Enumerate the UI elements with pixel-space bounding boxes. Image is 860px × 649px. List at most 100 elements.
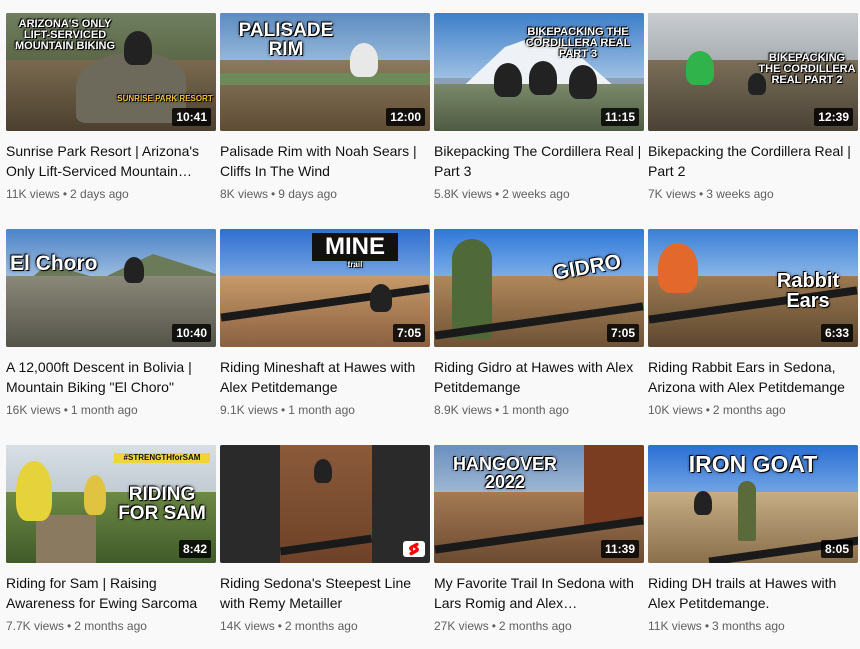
upload-age: 1 month ago [70,403,138,417]
upload-age: 1 month ago [502,403,569,417]
video-duration: 8:05 [820,540,853,558]
video-duration: 11:39 [600,540,639,558]
upload-age: 2 months ago [712,403,786,417]
upload-age: 2 weeks ago [502,187,570,201]
video-thumbnail[interactable]: MINE trail 7:05 [220,229,430,347]
upload-age: 2 months ago [498,619,572,633]
video-duration: 6:33 [820,324,853,342]
video-card[interactable]: Riding Sedona's Steepest Line with Remy … [220,445,430,635]
video-card[interactable]: MINE trail 7:05 Riding Mineshaft at Hawe… [220,229,430,419]
video-meta: 9.1K views • 1 month ago [220,401,430,419]
view-count: 5.8K views [434,187,493,201]
video-thumbnail[interactable]: #STRENGTHforSAM RIDING FOR SAM 8:42 [6,445,216,563]
video-thumbnail[interactable]: PALISADE RIM 12:00 [220,13,430,131]
thumbnail-hashtag: #STRENGTHforSAM [114,453,210,463]
view-count: 7K views [648,187,697,201]
video-title[interactable]: Riding Sedona's Steepest Line with Remy … [220,573,430,613]
view-count: 7.7K views [6,619,65,633]
video-card[interactable]: El Choro 10:40 A 12,000ft Descent in Bol… [6,229,216,419]
video-card[interactable]: ARIZONA'S ONLY LIFT-SERVICED MOUNTAIN BI… [6,13,216,203]
meta-separator: • [277,619,282,633]
upload-age: 9 days ago [278,187,337,201]
video-title[interactable]: Bikepacking the Cordillera Real | Part 2 [648,141,858,181]
meta-separator: • [271,187,276,201]
meta-separator: • [63,403,68,417]
video-meta: 11K views • 2 days ago [6,185,216,203]
video-duration: 12:00 [386,108,425,126]
video-meta: 11K views • 3 months ago [648,617,858,635]
upload-age: 2 months ago [284,619,358,633]
thumbnail-logo-text: SUNRISE PARK RESORT [117,94,213,103]
video-card[interactable]: HANGOVER 2022 11:39 My Favorite Trail In… [434,445,644,635]
video-card[interactable]: BIKEPACKING THE CORDILLERA REAL PART 2 1… [648,13,858,203]
view-count: 16K views [6,403,61,417]
view-count: 8.9K views [434,403,493,417]
video-title[interactable]: A 12,000ft Descent in Bolivia | Mountain… [6,357,216,397]
video-title[interactable]: Riding for Sam | Raising Awareness for E… [6,573,216,613]
video-title[interactable]: My Favorite Trail In Sedona with Lars Ro… [434,573,644,613]
upload-age: 2 months ago [74,619,147,633]
video-duration: 10:41 [172,108,211,126]
upload-age: 3 weeks ago [706,187,774,201]
meta-separator: • [281,403,286,417]
upload-age: 2 days ago [70,187,129,201]
video-meta: 5.8K views • 2 weeks ago [434,185,644,203]
thumbnail-overlay-text: BIKEPACKING THE CORDILLERA REAL PART 2 [758,52,856,86]
video-card[interactable]: BIKEPACKING THE CORDILLERA REAL PART 3 1… [434,13,644,203]
meta-separator: • [705,403,710,417]
meta-separator: • [491,619,496,633]
video-card[interactable]: PALISADE RIM 12:00 Palisade Rim with Noa… [220,13,430,203]
meta-separator: • [67,619,72,633]
thumbnail-overlay-text: MINE [312,233,398,261]
video-thumbnail[interactable]: IRON GOAT 8:05 [648,445,858,563]
view-count: 11K views [648,619,702,633]
video-duration: 7:05 [392,324,425,342]
video-meta: 8K views • 9 days ago [220,185,430,203]
thumbnail-overlay-text: El Choro [10,252,98,275]
meta-separator: • [495,187,500,201]
thumbnail-overlay-subtext: trail [347,260,363,269]
view-count: 11K views [6,187,60,201]
meta-separator: • [62,187,68,201]
video-grid: ARIZONA'S ONLY LIFT-SERVICED MOUNTAIN BI… [0,0,860,649]
video-card[interactable]: GIDRO 7:05 Riding Gidro at Hawes with Al… [434,229,644,419]
video-card[interactable]: #STRENGTHforSAM RIDING FOR SAM 8:42 Ridi… [6,445,216,635]
video-title[interactable]: Palisade Rim with Noah Sears | Cliffs In… [220,141,430,181]
view-count: 27K views [434,619,489,633]
thumbnail-overlay-text: BIKEPACKING THE CORDILLERA REAL PART 3 [525,26,631,60]
video-title[interactable]: Riding DH trails at Hawes with Alex Peti… [648,573,858,613]
video-card[interactable]: IRON GOAT 8:05 Riding DH trails at Hawes… [648,445,858,635]
meta-separator: • [495,403,500,417]
video-thumbnail[interactable]: ARIZONA'S ONLY LIFT-SERVICED MOUNTAIN BI… [6,13,216,131]
thumbnail-overlay-text: HANGOVER 2022 [452,454,557,492]
video-title[interactable]: Riding Rabbit Ears in Sedona, Arizona wi… [648,357,858,397]
video-title[interactable]: Sunrise Park Resort | Arizona's Only Lif… [6,141,216,181]
thumbnail-overlay-text: RIDING FOR SAM [118,484,206,524]
thumbnail-overlay-text: IRON GOAT [688,451,818,477]
video-duration: 8:42 [178,540,211,558]
video-title[interactable]: Riding Mineshaft at Hawes with Alex Peti… [220,357,430,397]
upload-age: 3 months ago [712,619,785,633]
video-title[interactable]: Bikepacking The Cordillera Real | Part 3 [434,141,644,181]
video-thumbnail[interactable] [220,445,430,563]
video-title[interactable]: Riding Gidro at Hawes with Alex Petitdem… [434,357,644,397]
view-count: 9.1K views [220,403,279,417]
video-meta: 7K views • 3 weeks ago [648,185,858,203]
video-thumbnail[interactable]: HANGOVER 2022 11:39 [434,445,644,563]
video-duration: 11:15 [600,108,639,126]
meta-separator: • [699,187,704,201]
video-thumbnail[interactable]: Rabbit Ears 6:33 [648,229,858,347]
video-thumbnail[interactable]: BIKEPACKING THE CORDILLERA REAL PART 3 1… [434,13,644,131]
video-thumbnail[interactable]: GIDRO 7:05 [434,229,644,347]
meta-separator: • [704,619,710,633]
video-meta: 8.9K views • 1 month ago [434,401,644,419]
video-thumbnail[interactable]: El Choro 10:40 [6,229,216,347]
thumbnail-overlay-text: Rabbit Ears [776,270,840,312]
view-count: 8K views [220,187,269,201]
video-meta: 14K views • 2 months ago [220,617,430,635]
view-count: 14K views [220,619,275,633]
thumbnail-overlay-text: ARIZONA'S ONLY LIFT-SERVICED MOUNTAIN BI… [14,18,115,52]
video-thumbnail[interactable]: BIKEPACKING THE CORDILLERA REAL PART 2 1… [648,13,858,131]
video-card[interactable]: Rabbit Ears 6:33 Riding Rabbit Ears in S… [648,229,858,419]
video-meta: 7.7K views • 2 months ago [6,617,216,635]
